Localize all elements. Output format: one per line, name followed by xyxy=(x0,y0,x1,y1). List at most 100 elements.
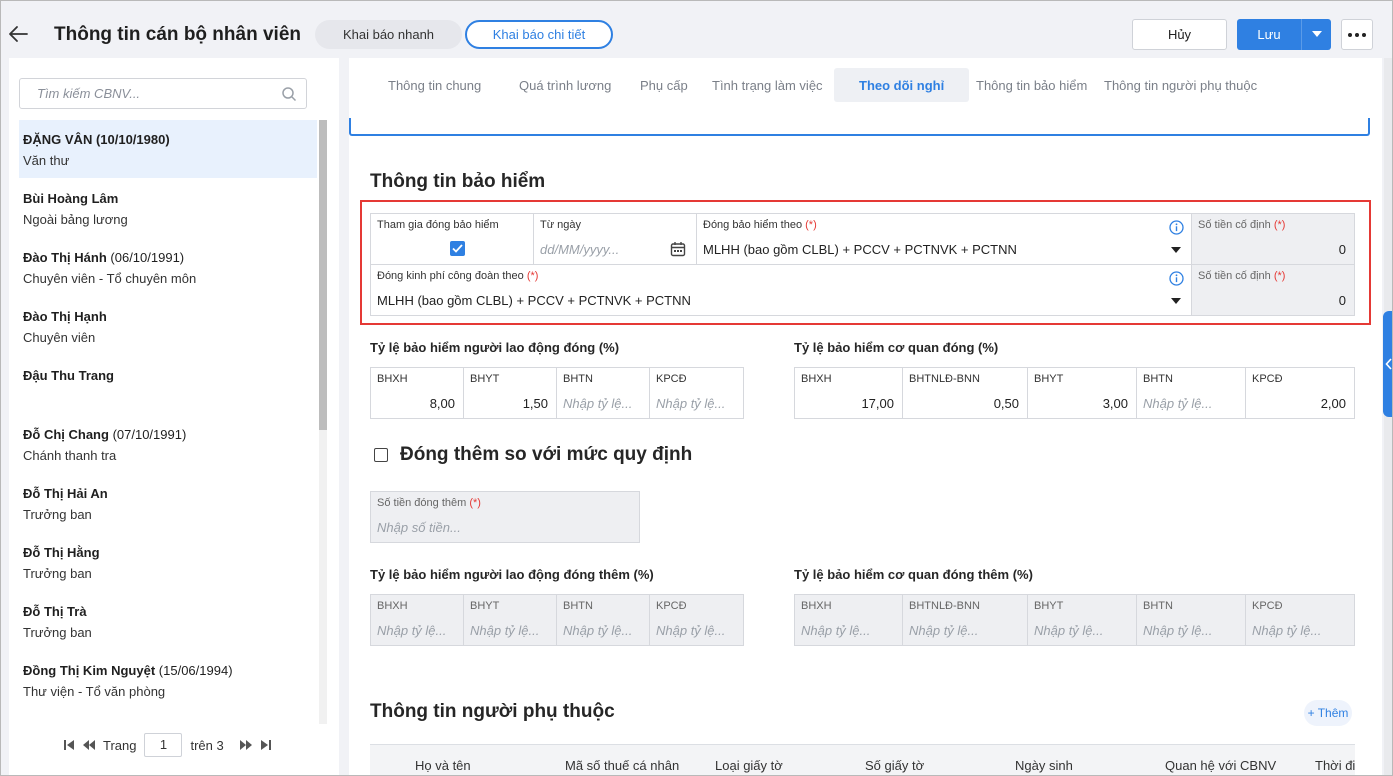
first-page-icon[interactable] xyxy=(59,735,79,755)
org-bhtnld-field[interactable]: BHTNLĐ-BNN 0,50 xyxy=(902,367,1028,419)
extra-emp-kpcd-field[interactable]: KPCĐ Nhập tỷ lệ... xyxy=(649,594,744,646)
extra-org-bhtn-field[interactable]: BHTN Nhập tỷ lệ... xyxy=(1136,594,1246,646)
tab-bar: Thông tin chung Quá trình lương Phụ cấp … xyxy=(349,58,1382,118)
field-placeholder: Nhập tỷ lệ... xyxy=(909,623,979,638)
extra-amount-label: Số tiền đóng thêm (*) xyxy=(377,497,481,509)
union-fee-label: Đóng kinh phí công đoàn theo (*) xyxy=(377,270,539,282)
more-options-button[interactable] xyxy=(1341,19,1373,50)
quick-declare-button[interactable]: Khai báo nhanh xyxy=(315,20,462,49)
fixed-amount-value: 0 xyxy=(1338,293,1346,308)
next-page-icon[interactable] xyxy=(236,735,256,755)
field-label: BHTN xyxy=(1143,600,1173,612)
join-insurance-label: Tham gia đóng bảo hiểm xyxy=(377,219,499,231)
caret-down-icon[interactable] xyxy=(1171,246,1181,254)
info-icon[interactable] xyxy=(1169,271,1184,286)
extra-org-rate-title: Tỷ lệ bảo hiểm cơ quan đóng thêm (%) xyxy=(794,567,1033,582)
list-item[interactable]: Bùi Hoàng Lâm Ngoài bảng lương xyxy=(19,179,317,237)
fixed-amount-field[interactable]: Số tiền cố định (*) 0 xyxy=(1191,213,1355,265)
tab-dependents[interactable]: Thông tin người phụ thuộc xyxy=(1104,68,1257,102)
detail-declare-button[interactable]: Khai báo chi tiết xyxy=(465,20,613,49)
org-bhxh-field[interactable]: BHXH 17,00 xyxy=(794,367,903,419)
emp-kpcd-field[interactable]: KPCĐ Nhập tỷ lệ... xyxy=(649,367,744,419)
column-header: Quan hệ với CBNV xyxy=(1165,758,1277,773)
emp-bhyt-field[interactable]: BHYT 1,50 xyxy=(463,367,557,419)
extra-org-bhtnld-field[interactable]: BHTNLĐ-BNN Nhập tỷ lệ... xyxy=(902,594,1028,646)
caret-down-icon[interactable] xyxy=(1171,297,1181,305)
tab-general[interactable]: Thông tin chung xyxy=(388,68,481,102)
fixed-amount-label: Số tiền cố định (*) xyxy=(1198,219,1286,231)
field-label: BHYT xyxy=(470,600,500,612)
field-label: BHXH xyxy=(377,373,408,385)
fixed-amount-value: 0 xyxy=(1338,242,1346,257)
join-insurance-checkbox[interactable] xyxy=(450,241,465,256)
list-item[interactable]: ĐẶNG VÂN (10/10/1980) Văn thư xyxy=(19,120,317,178)
save-button[interactable]: Lưu xyxy=(1237,19,1331,50)
employee-name: Đào Thị Hạnh xyxy=(23,309,107,324)
page-number-input[interactable]: 1 xyxy=(144,733,183,757)
extra-emp-bhtn-field[interactable]: BHTN Nhập tỷ lệ... xyxy=(556,594,650,646)
page-scrollbar[interactable] xyxy=(1384,58,1392,775)
org-kpcd-field[interactable]: KPCĐ 2,00 xyxy=(1245,367,1355,419)
org-bhyt-field[interactable]: BHYT 3,00 xyxy=(1027,367,1137,419)
tab-salary-history[interactable]: Quá trình lương xyxy=(519,68,611,102)
join-insurance-field: Tham gia đóng bảo hiểm xyxy=(370,213,534,265)
field-placeholder: Nhập tỷ lệ... xyxy=(377,623,447,638)
prev-page-icon[interactable] xyxy=(79,735,99,755)
extra-contribution-checkbox[interactable] xyxy=(374,448,388,462)
fixed-amount-field-2[interactable]: Số tiền cố định (*) 0 xyxy=(1191,264,1355,316)
tab-leave-tracking[interactable]: Theo dõi nghỉ xyxy=(834,68,970,102)
list-item[interactable]: Đậu Thu Trang xyxy=(19,356,317,414)
list-item[interactable]: Đỗ Thị Hằng Trưởng ban xyxy=(19,533,317,591)
info-icon[interactable] xyxy=(1169,220,1184,235)
calendar-icon[interactable] xyxy=(670,241,686,257)
union-fee-basis-select[interactable]: Đóng kinh phí công đoàn theo (*) MLHH (b… xyxy=(370,264,1192,316)
field-label: BHXH xyxy=(801,373,832,385)
union-fee-value: MLHH (bao gồm CLBL) + PCCV + PCTNVK + PC… xyxy=(377,293,691,308)
list-item[interactable]: Đỗ Thị Hải An Trưởng ban xyxy=(19,474,317,532)
list-scrollbar[interactable] xyxy=(319,120,327,724)
cancel-button[interactable]: Hủy xyxy=(1132,19,1227,50)
list-item[interactable]: Đỗ Chị Chang (07/10/1991) Chánh thanh tr… xyxy=(19,415,317,473)
extra-org-kpcd-field[interactable]: KPCĐ Nhập tỷ lệ... xyxy=(1245,594,1355,646)
list-item[interactable]: Đào Thị Hánh (06/10/1991) Chuyên viên - … xyxy=(19,238,317,296)
insurance-basis-label: Đóng bảo hiểm theo (*) xyxy=(703,219,817,231)
extra-employee-rate-title: Tỷ lệ bảo hiểm người lao động đóng thêm … xyxy=(370,567,654,582)
last-page-icon[interactable] xyxy=(256,735,276,755)
extra-emp-bhxh-field[interactable]: BHXH Nhập tỷ lệ... xyxy=(370,594,464,646)
employee-name: Đỗ Thị Hải An xyxy=(23,486,108,501)
employee-dob: (07/10/1991) xyxy=(112,427,187,442)
chevron-down-icon[interactable] xyxy=(1301,19,1331,50)
page-title: Thông tin cán bộ nhân viên xyxy=(54,24,301,45)
scrollbar-thumb[interactable] xyxy=(319,120,327,430)
extra-emp-bhyt-field[interactable]: BHYT Nhập tỷ lệ... xyxy=(463,594,557,646)
from-date-field[interactable]: Từ ngày dd/MM/yyyy... xyxy=(533,213,697,265)
side-panel-toggle[interactable] xyxy=(1383,311,1392,417)
employee-name: Đỗ Thị Trà xyxy=(23,604,87,619)
employee-name: Đỗ Chị Chang (07/10/1991) xyxy=(23,427,187,442)
insurance-basis-select[interactable]: Đóng bảo hiểm theo (*) MLHH (bao gồm CLB… xyxy=(696,213,1192,265)
back-arrow-icon[interactable] xyxy=(7,23,29,45)
org-bhtn-field[interactable]: BHTN Nhập tỷ lệ... xyxy=(1136,367,1246,419)
employee-position: Trưởng ban xyxy=(23,566,92,581)
list-item[interactable]: Đào Thị Hạnh Chuyên viên xyxy=(19,297,317,355)
list-item[interactable]: Đồng Thị Kim Nguyệt (15/06/1994) Thư việ… xyxy=(19,651,317,709)
emp-bhtn-field[interactable]: BHTN Nhập tỷ lệ... xyxy=(556,367,650,419)
extra-org-bhyt-field[interactable]: BHYT Nhập tỷ lệ... xyxy=(1027,594,1137,646)
employee-position: Văn thư xyxy=(23,153,70,168)
tab-allowance[interactable]: Phụ cấp xyxy=(640,68,688,102)
employee-position: Ngoài bảng lương xyxy=(23,212,128,227)
list-item[interactable]: Đỗ Thị Trà Trưởng ban xyxy=(19,592,317,650)
search-box xyxy=(19,78,307,109)
extra-org-bhxh-field[interactable]: BHXH Nhập tỷ lệ... xyxy=(794,594,903,646)
field-placeholder: Nhập tỷ lệ... xyxy=(801,623,871,638)
field-label: BHTNLĐ-BNN xyxy=(909,600,980,612)
tab-work-status[interactable]: Tình trạng làm việc xyxy=(712,68,823,102)
emp-bhxh-field[interactable]: BHXH 8,00 xyxy=(370,367,464,419)
tab-insurance[interactable]: Thông tin bảo hiểm xyxy=(976,68,1087,102)
employee-name: Đậu Thu Trang xyxy=(23,368,114,383)
search-input[interactable] xyxy=(37,86,277,101)
detail-panel: Thông tin chung Quá trình lương Phụ cấp … xyxy=(349,58,1382,775)
search-icon[interactable] xyxy=(281,86,297,102)
extra-amount-field[interactable]: Số tiền đóng thêm (*) Nhập số tiền... xyxy=(370,491,640,543)
add-dependent-button[interactable]: + Thêm xyxy=(1304,700,1352,726)
